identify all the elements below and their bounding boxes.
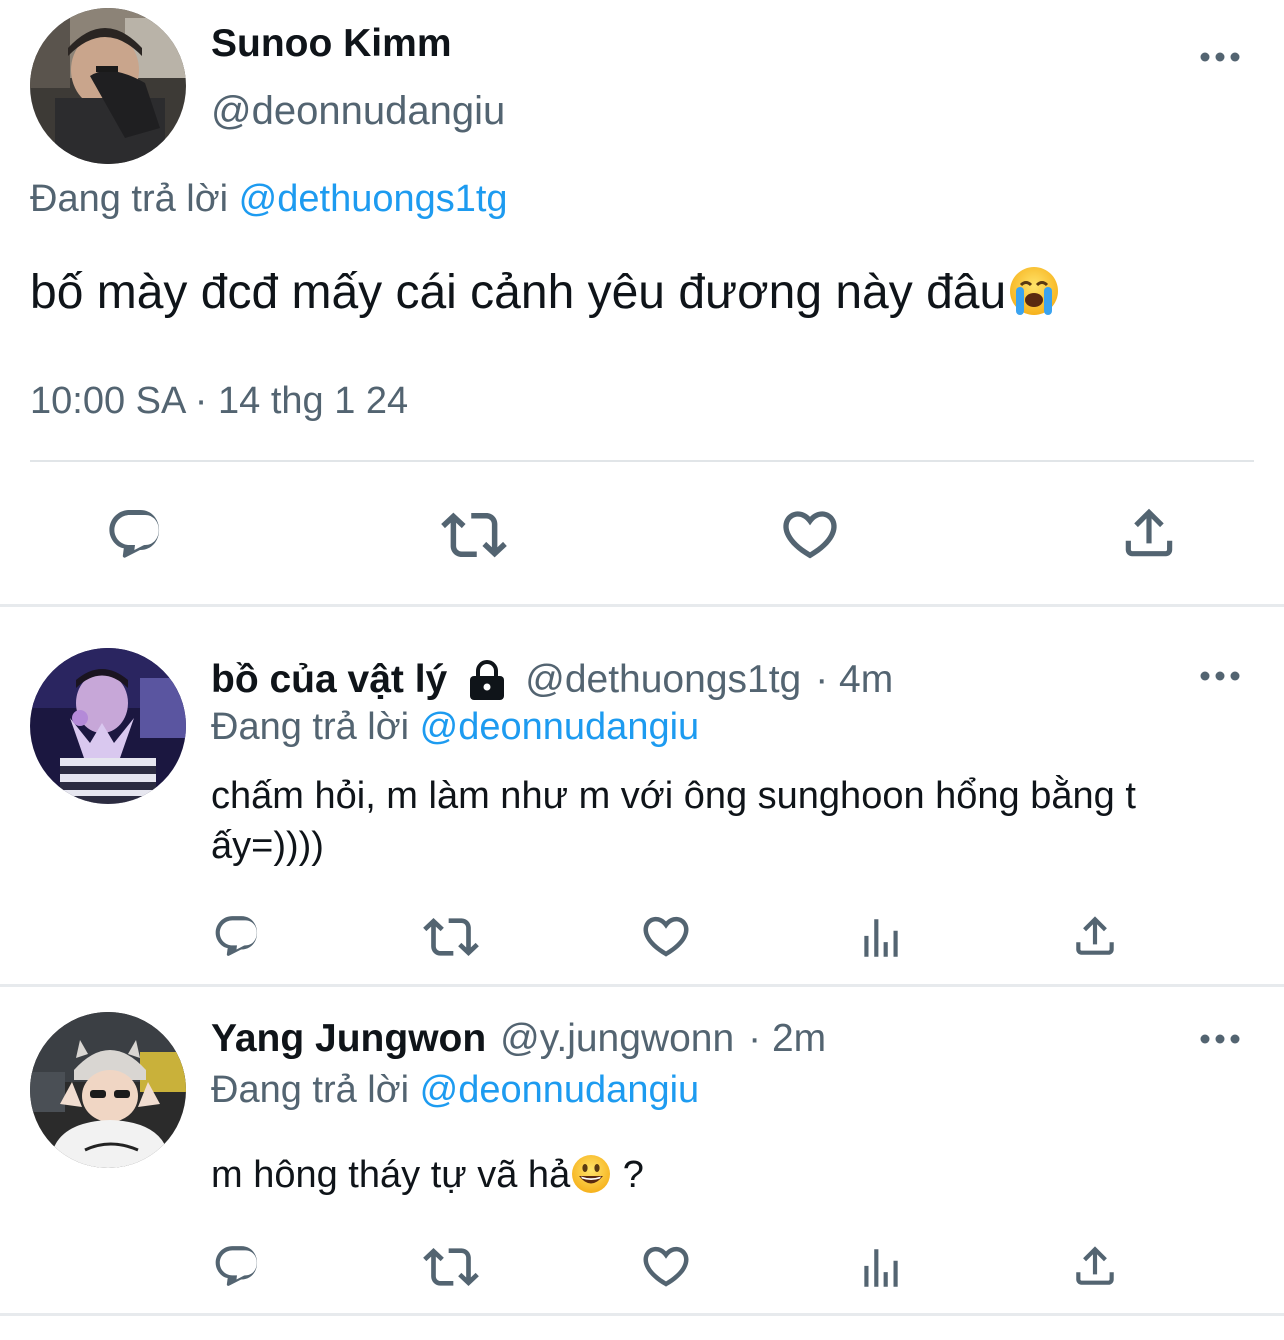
username[interactable]: @dethuongs1tg (525, 658, 801, 702)
share-icon[interactable] (1070, 1241, 1120, 1291)
avatar[interactable] (30, 648, 186, 804)
reply-icon[interactable] (212, 912, 262, 962)
tweet-text: chấm hỏi, m làm như m với ông sunghoon h… (211, 775, 1136, 867)
retweet-icon[interactable] (441, 502, 507, 568)
retweet-icon[interactable] (423, 909, 479, 965)
tweet-text: m hông tháy tự vã hả ? (211, 1150, 1211, 1200)
tweet-text: bố mày đcđ mấy cái cảnh yêu đương này đâ… (30, 265, 1060, 320)
tweet-text-content: m hông tháy tự vã hả (211, 1154, 571, 1196)
tweet-header: bồ của vật lý @dethuongs1tg · 4m (211, 656, 893, 704)
share-icon[interactable] (1070, 911, 1120, 961)
replying-to-handle[interactable]: @dethuongs1tg (239, 178, 508, 220)
avatar[interactable] (30, 1012, 186, 1168)
replying-to: Đang trả lời @deonnudangiu (211, 706, 699, 749)
replying-to-label: Đang trả lời (211, 706, 410, 748)
replying-to-handle[interactable]: @deonnudangiu (420, 1069, 700, 1111)
display-name[interactable]: Yang Jungwon (211, 1017, 486, 1061)
divider (0, 984, 1284, 987)
replying-to: Đang trả lời @dethuongs1tg (30, 178, 508, 221)
more-options-icon[interactable] (1199, 669, 1241, 683)
share-icon[interactable] (1118, 502, 1180, 564)
divider (0, 1313, 1284, 1316)
replying-to-label: Đang trả lời (30, 178, 229, 220)
more-options-icon[interactable] (1199, 1032, 1241, 1046)
like-icon[interactable] (639, 909, 693, 963)
like-icon[interactable] (639, 1239, 693, 1293)
analytics-icon[interactable] (856, 913, 906, 963)
grinning-face-emoji (572, 1154, 611, 1193)
like-icon[interactable] (778, 502, 842, 566)
replying-to: Đang trả lời @deonnudangiu (211, 1069, 699, 1112)
retweet-icon[interactable] (423, 1239, 479, 1295)
username[interactable]: @deonnudangiu (211, 89, 505, 134)
display-name[interactable]: bồ của vật lý (211, 658, 447, 702)
username[interactable]: @y.jungwonn (500, 1017, 734, 1061)
divider (30, 460, 1254, 462)
tweet-text-suffix: ? (612, 1154, 644, 1196)
tweet-text-content: bố mày đcđ mấy cái cảnh yêu đương này đâ… (30, 266, 1007, 319)
loudly-crying-face-emoji (1010, 267, 1059, 316)
lock-icon (470, 660, 505, 700)
reply-icon[interactable] (212, 1242, 262, 1292)
display-name[interactable]: Sunoo Kimm (211, 22, 452, 66)
reply-icon[interactable] (105, 505, 165, 565)
analytics-icon[interactable] (856, 1243, 906, 1293)
tweet-time[interactable]: · 2m (748, 1017, 826, 1061)
avatar[interactable] (30, 8, 186, 164)
tweet-header: Yang Jungwon @y.jungwonn · 2m (211, 1015, 826, 1063)
replying-to-label: Đang trả lời (211, 1069, 410, 1111)
replying-to-handle[interactable]: @deonnudangiu (420, 706, 700, 748)
tweet-timestamp[interactable]: 10:00 SA · 14 thg 1 24 (30, 380, 408, 423)
tweet-time[interactable]: · 4m (815, 658, 893, 702)
divider (0, 604, 1284, 607)
more-options-icon[interactable] (1199, 50, 1241, 64)
